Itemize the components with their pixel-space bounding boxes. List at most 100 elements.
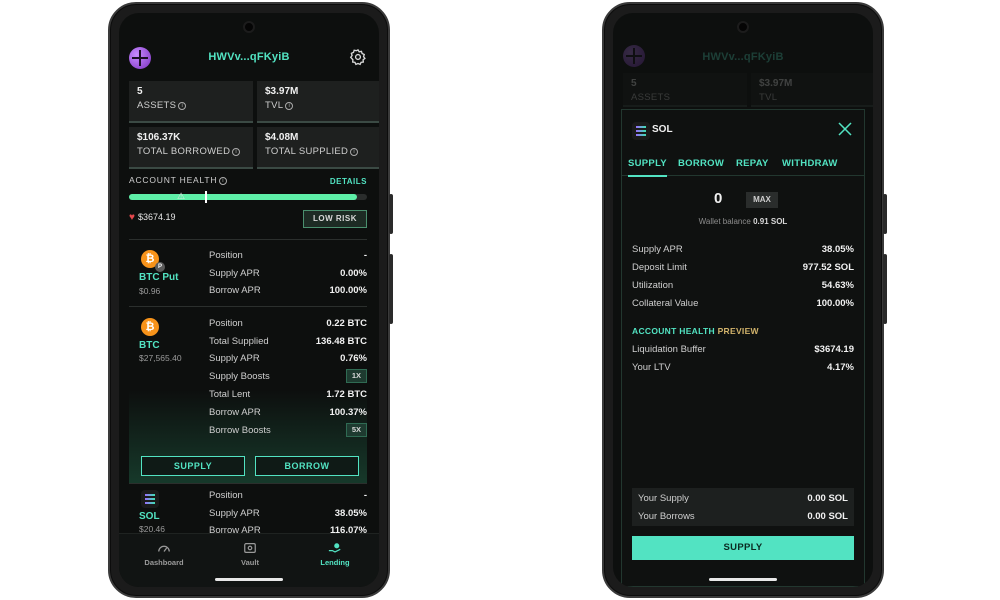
info-row-utilization: Utilization 54.63% — [632, 280, 854, 291]
max-button[interactable]: MAX — [746, 192, 778, 208]
stat-total-supplied: $4.08M TOTAL SUPPLIED i — [257, 127, 379, 169]
stat-total-borrowed: $106.37K TOTAL BORROWED i — [129, 127, 253, 169]
stat-label: ASSETS i — [137, 100, 245, 111]
info-row-collateral-value: Collateral Value 100.00% — [632, 298, 854, 309]
asset-card-btc-put[interactable]: ₿ P BTC Put $0.96 Position - Supply APR 0.… — [129, 245, 367, 307]
supply-boost-badge: 1X — [345, 369, 367, 383]
nav-lending[interactable]: Lending — [295, 542, 375, 567]
summary-row-borrows: Your Borrows 0.00 SOL — [638, 511, 848, 522]
supply-button[interactable]: SUPPLY — [141, 456, 245, 476]
gear-icon[interactable] — [349, 48, 367, 66]
wallet-address: HWVv...qFKyiB — [702, 51, 784, 63]
gauge-icon — [158, 545, 170, 552]
power-button — [883, 254, 887, 324]
home-indicator[interactable] — [215, 578, 283, 581]
asset-row: Borrow APR 100.37% — [209, 407, 367, 418]
asset-price: $27,565.40 — [139, 353, 182, 363]
summary-row-supply: Your Supply 0.00 SOL — [638, 493, 848, 504]
supply-modal-screen: HWVv...qFKyiB 5 ASSETS $3.97M TVL SOL SU… — [613, 13, 873, 587]
account-health-preview-title: ACCOUNT HEALTH PREVIEW — [632, 326, 759, 336]
asset-row: Total Supplied 136.48 BTC — [209, 336, 367, 347]
info-icon[interactable]: i — [285, 102, 294, 110]
btc-icon: ₿ — [141, 318, 159, 336]
info-icon[interactable]: i — [178, 102, 187, 110]
divider — [129, 483, 367, 484]
sol-icon — [141, 490, 159, 508]
position-summary: Your Supply 0.00 SOL Your Borrows 0.00 SOL — [632, 488, 854, 526]
sol-icon — [632, 122, 650, 140]
asset-row: Supply Boosts 1X — [209, 369, 367, 385]
tab-repay[interactable]: REPAY — [736, 158, 769, 169]
volume-button — [883, 194, 887, 234]
stat-assets: 5 ASSETS i — [129, 81, 253, 123]
nav-vault[interactable]: Vault — [210, 542, 290, 567]
stat-value: 5 — [137, 86, 143, 97]
asset-name: SOL — [139, 511, 160, 522]
divider — [129, 239, 367, 240]
info-icon[interactable]: i — [219, 177, 228, 185]
stat-value: $106.37K — [137, 132, 181, 143]
info-icon[interactable]: i — [350, 148, 359, 156]
details-link[interactable]: DETAILS — [330, 177, 367, 186]
info-row-deposit-limit: Deposit Limit 977.52 SOL — [632, 262, 854, 273]
modal-title: SOL — [652, 124, 673, 135]
warning-icon: ⚠ — [177, 191, 186, 201]
divider — [129, 306, 367, 307]
asset-row: Position - — [209, 250, 367, 261]
phone-right: HWVv...qFKyiB 5 ASSETS $3.97M TVL SOL SU… — [602, 2, 887, 598]
lending-icon — [328, 543, 341, 553]
wallet-balance: Wallet balance 0.91 SOL — [698, 217, 788, 226]
health-bar: ⚠ — [129, 191, 367, 203]
modal-tabs: SUPPLY BORROW REPAY WITHDRAW — [622, 152, 864, 177]
stat-tvl: $3.97M TVL i — [257, 81, 379, 123]
asset-row: Supply APR 0.00% — [209, 268, 367, 279]
tab-supply[interactable]: SUPPLY — [628, 158, 667, 177]
info-row-liquidation-buffer: Liquidation Buffer $3674.19 — [632, 344, 854, 355]
asset-row: Supply APR 0.76% — [209, 353, 367, 364]
asset-row: Borrow APR 100.00% — [209, 285, 367, 296]
heart-icon: ♥ — [129, 212, 135, 223]
tab-borrow[interactable]: BORROW — [678, 158, 724, 169]
vault-icon — [244, 543, 256, 553]
stat-label: TOTAL SUPPLIED i — [265, 146, 373, 157]
info-row-supply-apr: Supply APR 38.05% — [632, 244, 854, 255]
stat-value: $3.97M — [265, 86, 299, 97]
supply-submit-button[interactable]: SUPPLY — [632, 536, 854, 560]
front-camera — [243, 21, 255, 33]
front-camera — [737, 21, 749, 33]
health-marker — [205, 191, 207, 203]
risk-badge: LOW RISK — [303, 210, 367, 228]
stat-assets: 5 ASSETS — [623, 73, 747, 107]
borrow-button[interactable]: BORROW — [255, 456, 359, 476]
app-header: HWVv...qFKyiB — [119, 45, 379, 75]
amount-input[interactable]: 0 — [714, 190, 722, 207]
asset-name: BTC — [139, 340, 160, 351]
phone-left: HWVv...qFKyiB 5 ASSETS i $3.97M TVL i $106… — [108, 2, 393, 598]
health-value: ♥ $3674.19 — [129, 212, 176, 223]
info-icon[interactable]: i — [232, 148, 241, 156]
asset-row: Position 0.22 BTC — [209, 318, 367, 329]
volume-button — [389, 194, 393, 234]
tab-withdraw[interactable]: WITHDRAW — [782, 158, 838, 169]
account-health-label: ACCOUNT HEALTH i — [129, 175, 228, 185]
asset-row: Borrow Boosts 5X — [209, 423, 367, 439]
wallet-address[interactable]: HWVv...qFKyiB — [119, 51, 379, 63]
asset-name: BTC Put — [139, 272, 179, 283]
asset-price: $0.96 — [139, 286, 161, 296]
home-indicator[interactable] — [709, 578, 777, 581]
modal-header: SOL — [632, 122, 854, 140]
asset-row: Total Lent 1.72 BTC — [209, 389, 367, 400]
health-bar-fill — [129, 194, 358, 200]
info-row-ltv: Your LTV 4.17% — [632, 362, 854, 373]
lending-screen: HWVv...qFKyiB 5 ASSETS i $3.97M TVL i $106… — [119, 13, 379, 587]
close-icon[interactable] — [838, 122, 852, 136]
asset-row: Supply APR 38.05% — [209, 508, 367, 519]
stat-value: $4.08M — [265, 132, 299, 143]
power-button — [389, 254, 393, 324]
put-badge-icon: P — [155, 262, 165, 272]
nav-dashboard[interactable]: Dashboard — [124, 542, 204, 567]
stat-label: TVL i — [265, 100, 373, 111]
asset-row: Position - — [209, 490, 367, 501]
supply-modal: SOL SUPPLY BORROW REPAY WITHDRAW 0 MAX W… — [621, 109, 865, 587]
stat-tvl: $3.97M TVL — [751, 73, 873, 107]
